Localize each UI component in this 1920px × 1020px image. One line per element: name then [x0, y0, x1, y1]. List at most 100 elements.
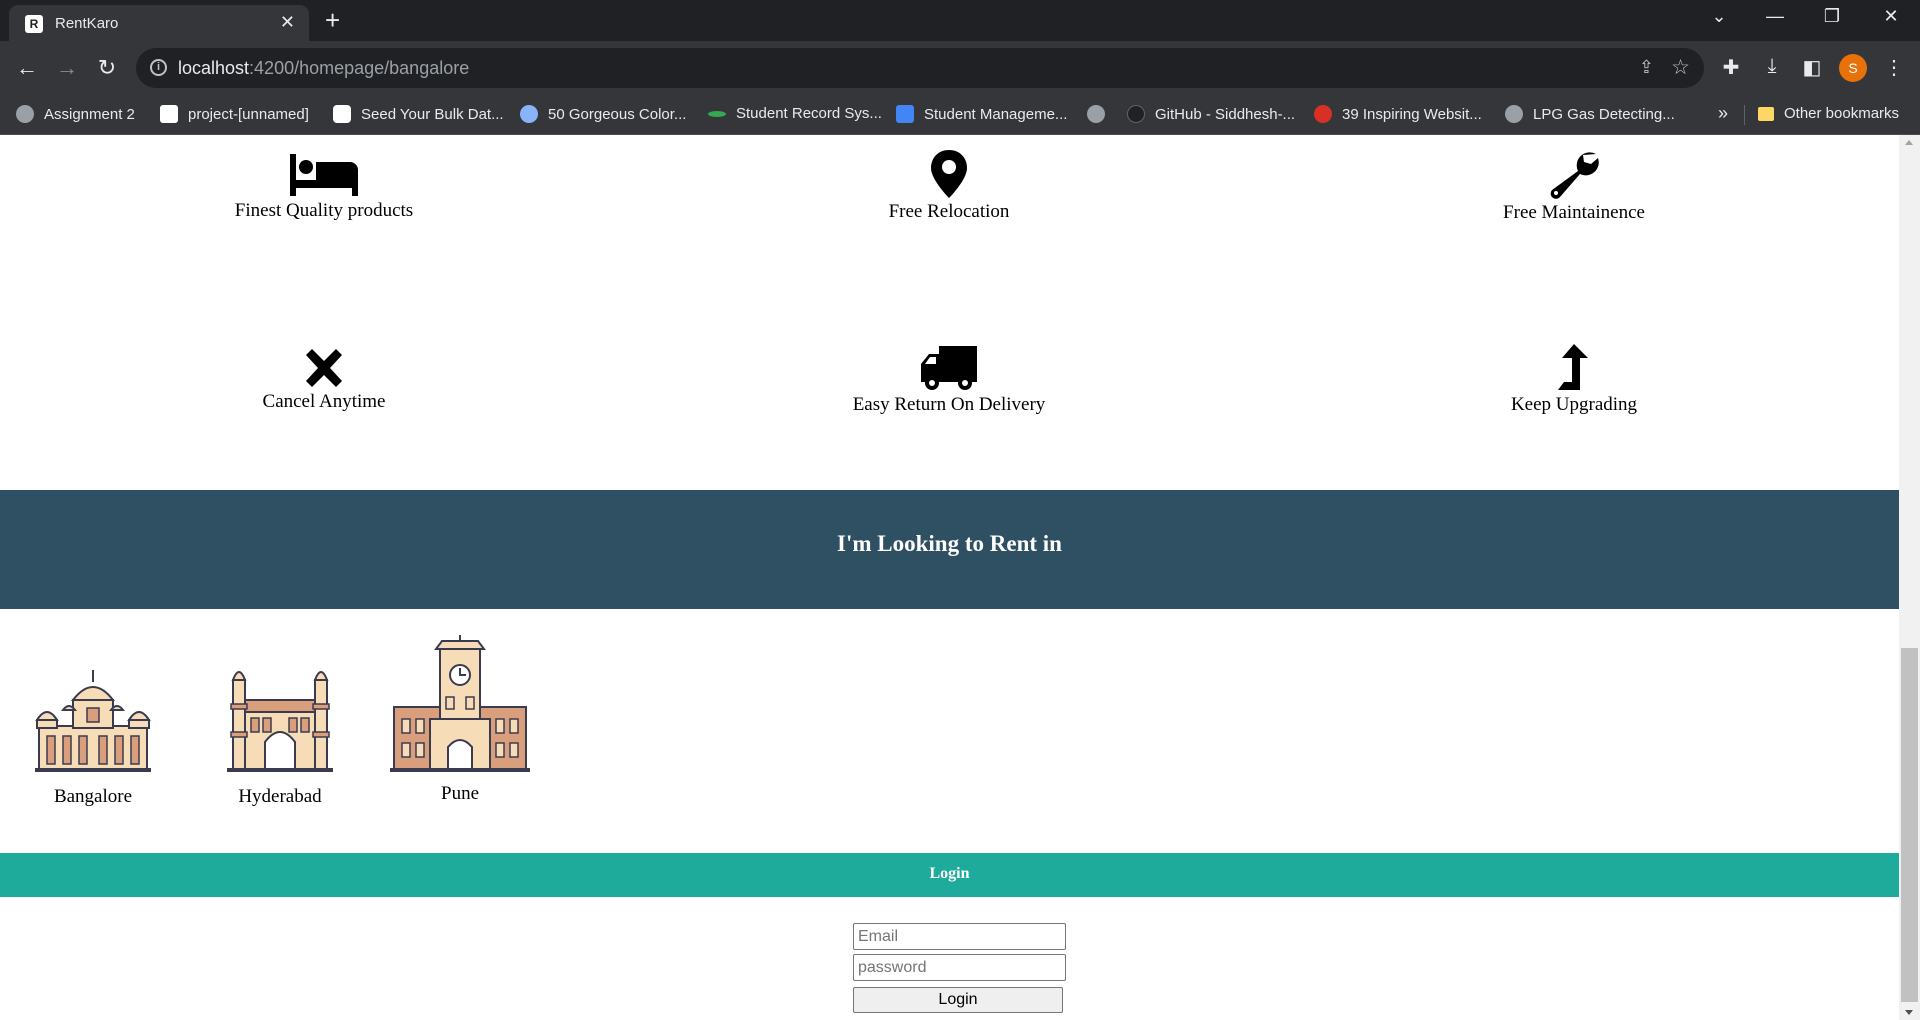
- feature-quality: Finest Quality products: [124, 152, 524, 222]
- address-bar[interactable]: i localhost:4200/homepage/bangalore ⇪ ☆: [136, 48, 1704, 88]
- pune-clock-tower-icon: [390, 635, 530, 772]
- inspire-icon: [1314, 105, 1332, 123]
- extensions-puzzle-icon[interactable]: ✚: [1718, 55, 1744, 80]
- bookmark-star-icon[interactable]: ☆: [1671, 55, 1690, 80]
- restore-window-icon[interactable]: ❐: [1817, 6, 1847, 27]
- bookmark-label: Student Record Sys...: [736, 105, 882, 122]
- feature-label: Free Relocation: [888, 201, 1010, 222]
- bookmark-label: GitHub - Siddhesh-...: [1155, 105, 1296, 123]
- feature-upgrading: Keep Upgrading: [1374, 342, 1774, 416]
- feature-label: Finest Quality products: [234, 200, 414, 221]
- feature-label: Keep Upgrading: [1510, 394, 1638, 415]
- other-bookmarks[interactable]: Other bookmarks: [1758, 105, 1899, 122]
- minimize-window-icon[interactable]: —: [1760, 6, 1790, 27]
- feature-label: Cancel Anytime: [262, 391, 386, 412]
- url-text[interactable]: localhost:4200/homepage/bangalore: [178, 58, 469, 79]
- city-hyderabad[interactable]: Hyderabad: [225, 660, 335, 808]
- grid-icon: [896, 105, 914, 123]
- rentkaro-page: Finest Quality products Free Relocation …: [0, 135, 1899, 1020]
- rent-section-title: I'm Looking to Rent in: [837, 531, 1062, 556]
- login-form: Login: [853, 923, 1066, 1013]
- scroll-up-arrow-icon[interactable]: [1905, 140, 1913, 145]
- login-button[interactable]: Login: [853, 987, 1063, 1013]
- seed-icon: [333, 105, 351, 123]
- vidhana-soudha-icon: [35, 670, 151, 772]
- url-path: :4200/homepage/bangalore: [249, 58, 470, 78]
- city-pune[interactable]: Pune: [390, 635, 530, 805]
- bookmark-label: Assignment 2: [44, 105, 135, 123]
- close-tab-icon[interactable]: ✕: [280, 11, 295, 33]
- bookmark-item[interactable]: Seed Your Bulk Dat...: [333, 105, 504, 123]
- email-input[interactable]: [853, 923, 1066, 950]
- page-viewport: Finest Quality products Free Relocation …: [0, 135, 1920, 1020]
- folder-icon: [1758, 106, 1774, 121]
- globe-icon: [16, 105, 34, 123]
- record-icon: [708, 110, 726, 117]
- feature-easy-return: Easy Return On Delivery: [749, 344, 1149, 416]
- profile-avatar[interactable]: S: [1839, 54, 1867, 82]
- globe-icon: [1087, 105, 1105, 123]
- new-tab-plus-icon[interactable]: +: [325, 7, 340, 33]
- bookmark-label: Seed Your Bulk Dat...: [361, 105, 504, 123]
- browser-toolbar: ← → ↻ i localhost:4200/homepage/bangalor…: [0, 41, 1920, 95]
- bookmark-item[interactable]: 50 Gorgeous Color...: [520, 105, 686, 123]
- bookmark-item[interactable]: Student Manageme...: [896, 105, 1067, 123]
- charminar-icon: [227, 671, 333, 772]
- side-panel-icon[interactable]: ◧: [1799, 55, 1825, 80]
- share-icon[interactable]: ⇪: [1639, 57, 1654, 78]
- close-window-icon[interactable]: ✕: [1876, 6, 1906, 27]
- bookmarks-bar: Assignment 2 project-[unnamed] Seed Your…: [0, 95, 1920, 135]
- bookmark-item[interactable]: GitHub - Siddhesh-...: [1127, 105, 1295, 123]
- notion-icon: [160, 105, 178, 123]
- github-icon: [1127, 105, 1145, 123]
- url-host: localhost: [178, 58, 250, 78]
- rent-city-banner: I'm Looking to Rent in: [0, 490, 1899, 609]
- scroll-down-arrow-icon[interactable]: [1905, 1010, 1913, 1015]
- city-name: Pune: [441, 783, 479, 804]
- feature-maintenance: Free Maintainence: [1374, 150, 1774, 224]
- bed-icon: [290, 154, 358, 196]
- bookmark-item[interactable]: LPG Gas Detecting...: [1505, 105, 1675, 123]
- forward-arrow-icon[interactable]: →: [52, 53, 82, 83]
- browser-tab[interactable]: R RentKaro ✕: [9, 5, 309, 41]
- download-icon[interactable]: ⤓: [1759, 55, 1785, 78]
- feature-label: Free Maintainence: [1503, 202, 1645, 223]
- password-input[interactable]: [853, 954, 1066, 981]
- bookmark-item[interactable]: Assignment 2: [16, 105, 135, 123]
- bookmark-item[interactable]: [1087, 105, 1115, 123]
- browser-menu-kebab-icon[interactable]: ⋮: [1881, 55, 1907, 80]
- bookmark-label: LPG Gas Detecting...: [1533, 105, 1675, 123]
- login-section-header: Login: [0, 853, 1899, 897]
- other-bookmarks-label: Other bookmarks: [1784, 105, 1900, 122]
- city-name: Hyderabad: [238, 786, 322, 807]
- site-info-icon[interactable]: i: [150, 59, 167, 76]
- map-marker-icon: [931, 150, 967, 198]
- bookmark-item[interactable]: 39 Inspiring Websit...: [1314, 105, 1482, 123]
- browser-titlebar: R RentKaro ✕ + ⌄ — ❐ ✕: [0, 0, 1920, 41]
- globe-icon: [1505, 105, 1523, 123]
- truck-icon: [921, 346, 977, 390]
- tab-search-chevron-icon[interactable]: ⌄: [1704, 6, 1734, 27]
- feature-label: Easy Return On Delivery: [852, 394, 1046, 415]
- bookmark-label: 50 Gorgeous Color...: [548, 105, 687, 123]
- more-bookmarks-chevron-icon[interactable]: »: [1718, 103, 1728, 124]
- city-bangalore[interactable]: Bangalore: [33, 660, 153, 808]
- bookmark-label: 39 Inspiring Websit...: [1342, 105, 1482, 123]
- level-up-arrow-icon: [1558, 344, 1588, 390]
- bookmark-item[interactable]: Student Record Sys...: [708, 105, 882, 122]
- login-section-title: Login: [929, 865, 970, 882]
- bookmark-label: Student Manageme...: [924, 105, 1068, 123]
- rentkaro-favicon-icon: R: [25, 15, 43, 33]
- reload-icon[interactable]: ↻: [92, 53, 122, 83]
- tab-title: RentKaro: [55, 15, 119, 32]
- bookmark-item[interactable]: project-[unnamed]: [160, 105, 309, 123]
- bookmarks-divider: [1744, 105, 1745, 125]
- bookmark-label: project-[unnamed]: [188, 105, 309, 123]
- wrench-icon: [1550, 152, 1599, 199]
- feature-relocation: Free Relocation: [749, 149, 1149, 223]
- back-arrow-icon[interactable]: ←: [12, 53, 42, 83]
- feature-cancel: Cancel Anytime: [124, 347, 524, 413]
- scrollbar-thumb[interactable]: [1901, 648, 1918, 1002]
- close-x-icon: [306, 349, 342, 387]
- page-scrollbar[interactable]: [1899, 135, 1920, 1020]
